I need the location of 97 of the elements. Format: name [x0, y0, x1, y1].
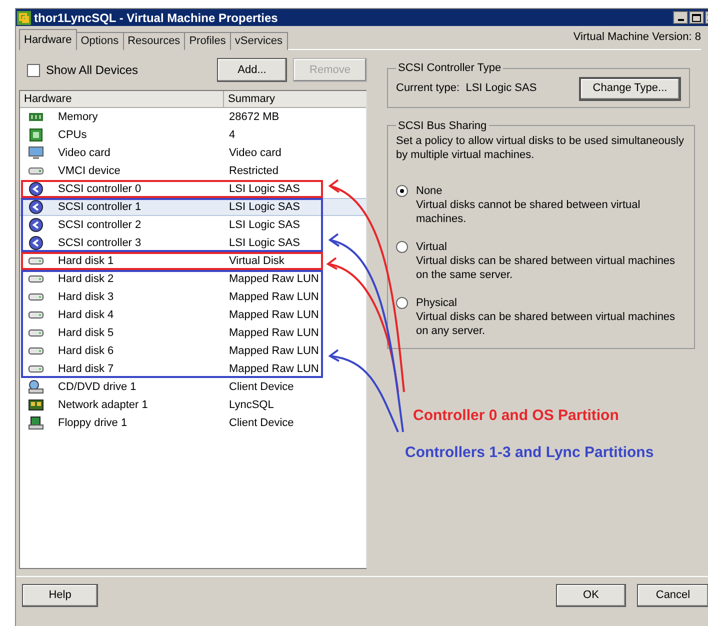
current-type-label: Current type: LSI Logic SAS: [396, 81, 538, 96]
column-header[interactable]: Hardware: [20, 91, 224, 107]
hardware-row[interactable]: SCSI controller 3 LSI Logic SAS: [20, 234, 366, 252]
tab[interactable]: Options: [76, 32, 124, 50]
device-summary: Mapped Raw LUN: [228, 308, 319, 323]
app-icon: [17, 10, 31, 24]
show-all-devices-checkbox[interactable]: [27, 64, 40, 76]
radio-button[interactable]: [396, 241, 408, 253]
device-name: SCSI controller 1: [58, 200, 142, 215]
cd-drive-icon: [28, 380, 44, 394]
device-name: Floppy drive 1: [58, 416, 128, 431]
hardware-row[interactable]: Hard disk 2 Mapped Raw LUN: [20, 270, 366, 288]
memory-icon: [28, 110, 44, 124]
tab[interactable]: Hardware: [19, 29, 77, 50]
device-name: Hard disk 2: [58, 272, 114, 287]
hardware-row[interactable]: VMCI device Restricted: [20, 162, 366, 180]
device-name: Hard disk 1: [58, 254, 114, 269]
window-title: thor1LyncSQL - Virtual Machine Properties: [34, 10, 279, 26]
hardware-row[interactable]: CD/DVD drive 1 Client Device: [20, 378, 366, 396]
device-name: SCSI controller 2: [58, 218, 142, 233]
hardware-row[interactable]: Hard disk 1 Virtual Disk: [20, 252, 366, 270]
hardware-row[interactable]: SCSI controller 0 LSI Logic SAS: [20, 180, 366, 198]
annotation-label: Controller 0 and OS Partition: [413, 406, 620, 426]
hardware-row[interactable]: Hard disk 4 Mapped Raw LUN: [20, 306, 366, 324]
device-summary: Mapped Raw LUN: [228, 362, 319, 377]
hardware-row[interactable]: Floppy drive 1 Client Device: [20, 414, 366, 432]
device-summary: LSI Logic SAS: [228, 200, 300, 215]
option-description: Virtual disks cannot be shared between virtual machines.: [416, 198, 642, 226]
help-button[interactable]: Help: [22, 584, 98, 607]
column-header[interactable]: Summary: [224, 91, 366, 107]
hardware-row[interactable]: Hard disk 7 Mapped Raw LUN: [20, 360, 366, 378]
device-name: Video card: [58, 146, 110, 161]
hardware-row[interactable]: Video card Video card: [20, 144, 366, 162]
device-summary: Client Device: [228, 380, 294, 395]
chip-icon: [28, 128, 44, 142]
hardware-row[interactable]: SCSI controller 2 LSI Logic SAS: [20, 216, 366, 234]
group-title: SCSI Controller Type: [397, 61, 502, 76]
option-label: Physical: [416, 296, 458, 310]
device-summary: Mapped Raw LUN: [228, 272, 319, 287]
tab[interactable]: vServices: [230, 32, 288, 50]
device-name: Memory: [58, 110, 98, 125]
radio-button[interactable]: [396, 297, 408, 309]
tab[interactable]: Resources: [124, 32, 186, 50]
maximize-icon[interactable]: [689, 11, 704, 24]
device-summary: Mapped Raw LUN: [228, 344, 319, 359]
hardware-row[interactable]: Hard disk 6 Mapped Raw LUN: [20, 342, 366, 360]
add-button[interactable]: Add...: [217, 58, 287, 82]
device-summary: LSI Logic SAS: [228, 236, 300, 251]
version-label: Virtual Machine Version: 8: [573, 30, 701, 46]
device-name: Hard disk 5: [58, 326, 114, 341]
policy-description: Set a policy to allow virtual disks to be used simultaneously by multiple virtual machines.: [396, 134, 685, 162]
device-summary: 28672 MB: [228, 110, 280, 125]
device-name: Network adapter 1: [58, 398, 148, 413]
option-description: Virtual disks can be shared between virtual machines on any server.: [416, 310, 676, 338]
ok-button[interactable]: OK: [556, 584, 626, 607]
device-summary: LSI Logic SAS: [228, 182, 300, 197]
option-description: Virtual disks can be shared between virtual machines on the same server.: [416, 254, 676, 282]
device-summary: Mapped Raw LUN: [228, 326, 319, 341]
device-summary: Restricted: [228, 164, 279, 179]
device-name: SCSI controller 0: [58, 182, 142, 197]
hardware-row[interactable]: CPUs 4: [20, 126, 366, 144]
device-summary: Virtual Disk: [228, 254, 284, 269]
device-summary: LyncSQL: [228, 398, 274, 413]
device-name: VMCI device: [58, 164, 120, 179]
device-summary: Video card: [228, 146, 282, 161]
device-summary: LSI Logic SAS: [228, 218, 300, 233]
hardware-row[interactable]: Hard disk 5 Mapped Raw LUN: [20, 324, 366, 342]
device-name: CD/DVD drive 1: [58, 380, 136, 395]
controller-icon: [28, 182, 44, 196]
network-card-icon: [28, 398, 44, 412]
checkbox-label: Show All Devices: [46, 62, 138, 79]
device-summary: 4: [228, 128, 236, 143]
device-name: Hard disk 4: [58, 308, 114, 323]
device-name: CPUs: [58, 128, 87, 143]
radio-button[interactable]: [396, 185, 408, 197]
minimize-icon[interactable]: [673, 11, 688, 24]
option-label: None: [416, 184, 444, 198]
change-type-button[interactable]: Change Type...: [579, 76, 681, 100]
hardware-row[interactable]: Hard disk 3 Mapped Raw LUN: [20, 288, 366, 306]
device-name: SCSI controller 3: [58, 236, 142, 251]
hardware-row[interactable]: Memory 28672 MB: [20, 108, 366, 126]
controller-icon: [28, 200, 44, 214]
monitor-icon: [28, 146, 44, 160]
group-title: SCSI Bus Sharing: [397, 118, 488, 134]
device-name: Hard disk 3: [58, 290, 114, 305]
device-name: Hard disk 6: [58, 344, 114, 359]
controller-icon: [28, 236, 44, 250]
option-label: Virtual: [416, 240, 448, 254]
floppy-drive-icon: [28, 416, 44, 430]
cancel-button[interactable]: Cancel: [637, 584, 708, 607]
controller-icon: [28, 218, 44, 232]
tab[interactable]: Profiles: [185, 32, 231, 50]
device-summary: Mapped Raw LUN: [228, 290, 319, 305]
hardware-row[interactable]: Network adapter 1 LyncSQL: [20, 396, 366, 414]
device-name: Hard disk 7: [58, 362, 114, 377]
device-summary: Client Device: [228, 416, 294, 431]
annotation-label: Controllers 1-3 and Lync Partitions: [405, 442, 655, 462]
